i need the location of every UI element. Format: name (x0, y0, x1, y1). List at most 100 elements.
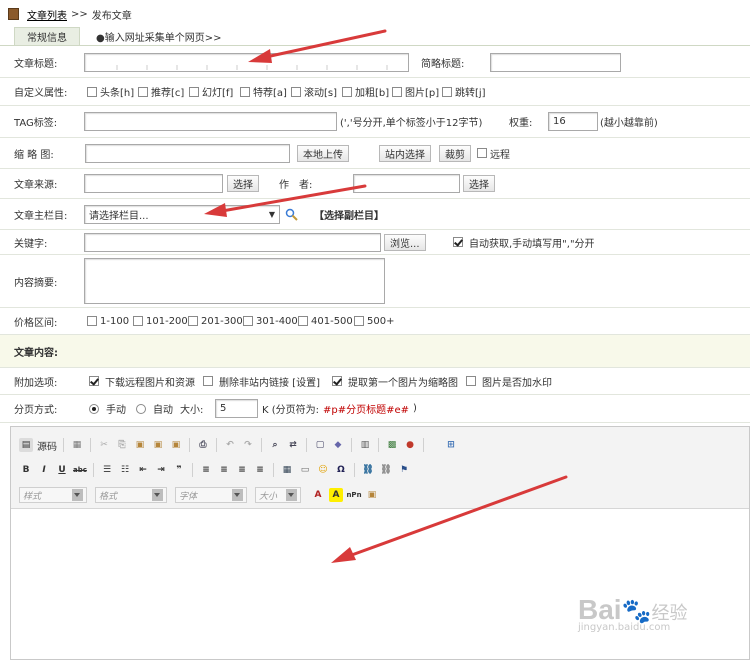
attr-headline[interactable]: 头条[h] (87, 84, 134, 99)
source-icon[interactable]: ▤ (19, 438, 33, 452)
thumbnail-input[interactable] (85, 143, 290, 163)
author-input[interactable] (353, 174, 460, 193)
document-icon[interactable]: ▥ (358, 438, 372, 452)
keywords-input[interactable] (84, 232, 381, 252)
search-icon[interactable] (285, 208, 298, 221)
find-icon[interactable]: ⌕ (268, 438, 282, 452)
bg-color-icon[interactable]: A (329, 488, 343, 502)
download-remote-checkbox[interactable]: 下载远程图片和资源 (89, 374, 195, 389)
cut-icon[interactable]: ✂ (97, 438, 111, 452)
price-option[interactable]: 301-400 (243, 316, 298, 327)
image-icon[interactable]: ▩ (385, 438, 399, 452)
page-break-icon[interactable]: nPn (346, 488, 361, 502)
attr-recommend[interactable]: 推荐[c] (138, 84, 184, 99)
paging-auto-radio[interactable]: 自动 (136, 401, 173, 416)
short-title-input[interactable] (490, 52, 621, 72)
paging-manual-radio[interactable]: 手动 (89, 401, 126, 416)
tab-general[interactable]: 常规信息 (14, 27, 80, 45)
page-marker: #p#分页标题#e# (323, 405, 410, 416)
bullet-list-icon[interactable]: ☷ (118, 463, 132, 477)
attr-bold[interactable]: 加粗[b] (342, 84, 389, 99)
special-char-icon[interactable]: Ω (334, 463, 348, 477)
format-combo[interactable]: 格式 (95, 487, 167, 503)
size-input[interactable]: 5 (215, 399, 258, 418)
weight-input[interactable]: 16 (548, 112, 598, 131)
size-combo[interactable]: 大小 (255, 487, 301, 503)
price-option[interactable]: 201-300 (188, 316, 243, 327)
eraser-icon[interactable]: ◆ (331, 438, 345, 452)
select-all-icon[interactable]: ▢ (313, 438, 327, 452)
category-select[interactable]: 请选择栏目... ▼ (84, 204, 280, 224)
source-select-button[interactable]: 选择 (227, 175, 259, 192)
outdent-icon[interactable]: ⇤ (136, 463, 150, 477)
text-color-icon[interactable]: A (311, 488, 325, 502)
author-select-button[interactable]: 选择 (463, 175, 495, 192)
template-icon[interactable]: ▦ (70, 438, 84, 452)
smiley-icon[interactable]: ☺ (316, 463, 330, 477)
align-justify-icon[interactable]: ≡ (253, 463, 267, 477)
weight-hint: (越小越靠前) (600, 118, 658, 129)
attr-scroll[interactable]: 滚动[s] (291, 84, 337, 99)
size-label: 大小: (180, 405, 204, 416)
paste-word-icon[interactable]: ▣ (169, 438, 183, 452)
article-list-link[interactable]: 文章列表 (27, 7, 67, 22)
paste-text-icon[interactable]: ▣ (151, 438, 165, 452)
watermark-checkbox[interactable]: 图片是否加水印 (466, 374, 552, 389)
custom-attr-label: 自定义属性: (14, 88, 68, 99)
image-insert-icon[interactable]: ▣ (365, 488, 379, 502)
undo-icon[interactable]: ↶ (223, 438, 237, 452)
content-section-title: 文章内容: (14, 347, 58, 359)
watermark-brand: Bai (578, 594, 622, 625)
remove-links-checkbox[interactable]: 删除非站内链接 [设置] (203, 374, 320, 389)
price-option[interactable]: 500+ (354, 316, 394, 327)
table-grid-icon[interactable]: ⊞ (444, 438, 458, 452)
indent-icon[interactable]: ⇥ (154, 463, 168, 477)
unlink-icon[interactable]: ⛓ (379, 463, 393, 477)
attr-special[interactable]: 特荐[a] (240, 84, 287, 99)
sub-category-link[interactable]: 【选择副栏目】 (314, 207, 384, 222)
first-image-thumb-checkbox[interactable]: 提取第一个图片为缩略图 (332, 374, 458, 389)
local-upload-button[interactable]: 本地上传 (297, 144, 349, 162)
link-icon[interactable]: ⛓ (361, 463, 375, 477)
style-combo[interactable]: 样式 (19, 487, 87, 503)
browse-button[interactable]: 浏览... (384, 233, 426, 251)
ordered-list-icon[interactable]: ☰ (100, 463, 114, 477)
table-icon[interactable]: ▦ (280, 463, 294, 477)
site-select-button[interactable]: 站内选择 (379, 144, 431, 162)
anchor-flag-icon[interactable]: ⚑ (397, 463, 411, 477)
underline-icon[interactable]: U (55, 463, 69, 477)
extra-options-label: 附加选项: (14, 377, 58, 389)
print-icon[interactable]: ⎙ (196, 438, 210, 452)
align-center-icon[interactable]: ≡ (217, 463, 231, 477)
align-left-icon[interactable]: ≡ (199, 463, 213, 477)
summary-textarea[interactable] (84, 258, 385, 304)
auto-get-checkbox[interactable]: 自动获取,手动填写用","分开 (453, 235, 595, 250)
flash-icon[interactable]: ● (403, 438, 417, 452)
strike-icon[interactable]: abc (73, 463, 87, 477)
paste-icon[interactable]: ▣ (133, 438, 147, 452)
redo-icon[interactable]: ↷ (241, 438, 255, 452)
bold-icon[interactable]: B (19, 463, 33, 477)
attr-slide[interactable]: 幻灯[f] (189, 84, 233, 99)
tab-collect-url[interactable]: ●输入网址采集单个网页>> (84, 27, 233, 45)
font-combo[interactable]: 字体 (175, 487, 247, 503)
copy-icon[interactable]: ⎘ (115, 438, 129, 452)
price-option[interactable]: 1-100 (87, 316, 129, 327)
price-option[interactable]: 401-500 (298, 316, 353, 327)
price-option[interactable]: 101-200 (133, 316, 188, 327)
paging-row: 分页方式: 手动 自动 大小: 5 K (分页符为: #p#分页标题#e# ) (0, 395, 750, 423)
tag-input[interactable] (84, 112, 337, 131)
attr-jump[interactable]: 跳转[j] (442, 84, 486, 99)
source-button[interactable]: 源码 (37, 438, 57, 453)
replace-icon[interactable]: ⇄ (286, 438, 300, 452)
source-input[interactable] (84, 174, 223, 193)
title-input[interactable] (84, 52, 409, 72)
quote-icon[interactable]: ❞ (172, 463, 186, 477)
attr-image[interactable]: 图片[p] (392, 84, 439, 99)
hr-icon[interactable]: ▭ (298, 463, 312, 477)
italic-icon[interactable]: I (37, 463, 51, 477)
align-right-icon[interactable]: ≡ (235, 463, 249, 477)
crop-button[interactable]: 裁剪 (439, 144, 471, 162)
remote-checkbox[interactable]: 远程 (477, 146, 510, 161)
tab-bar: 常规信息 ●输入网址采集单个网页>> (0, 27, 750, 46)
